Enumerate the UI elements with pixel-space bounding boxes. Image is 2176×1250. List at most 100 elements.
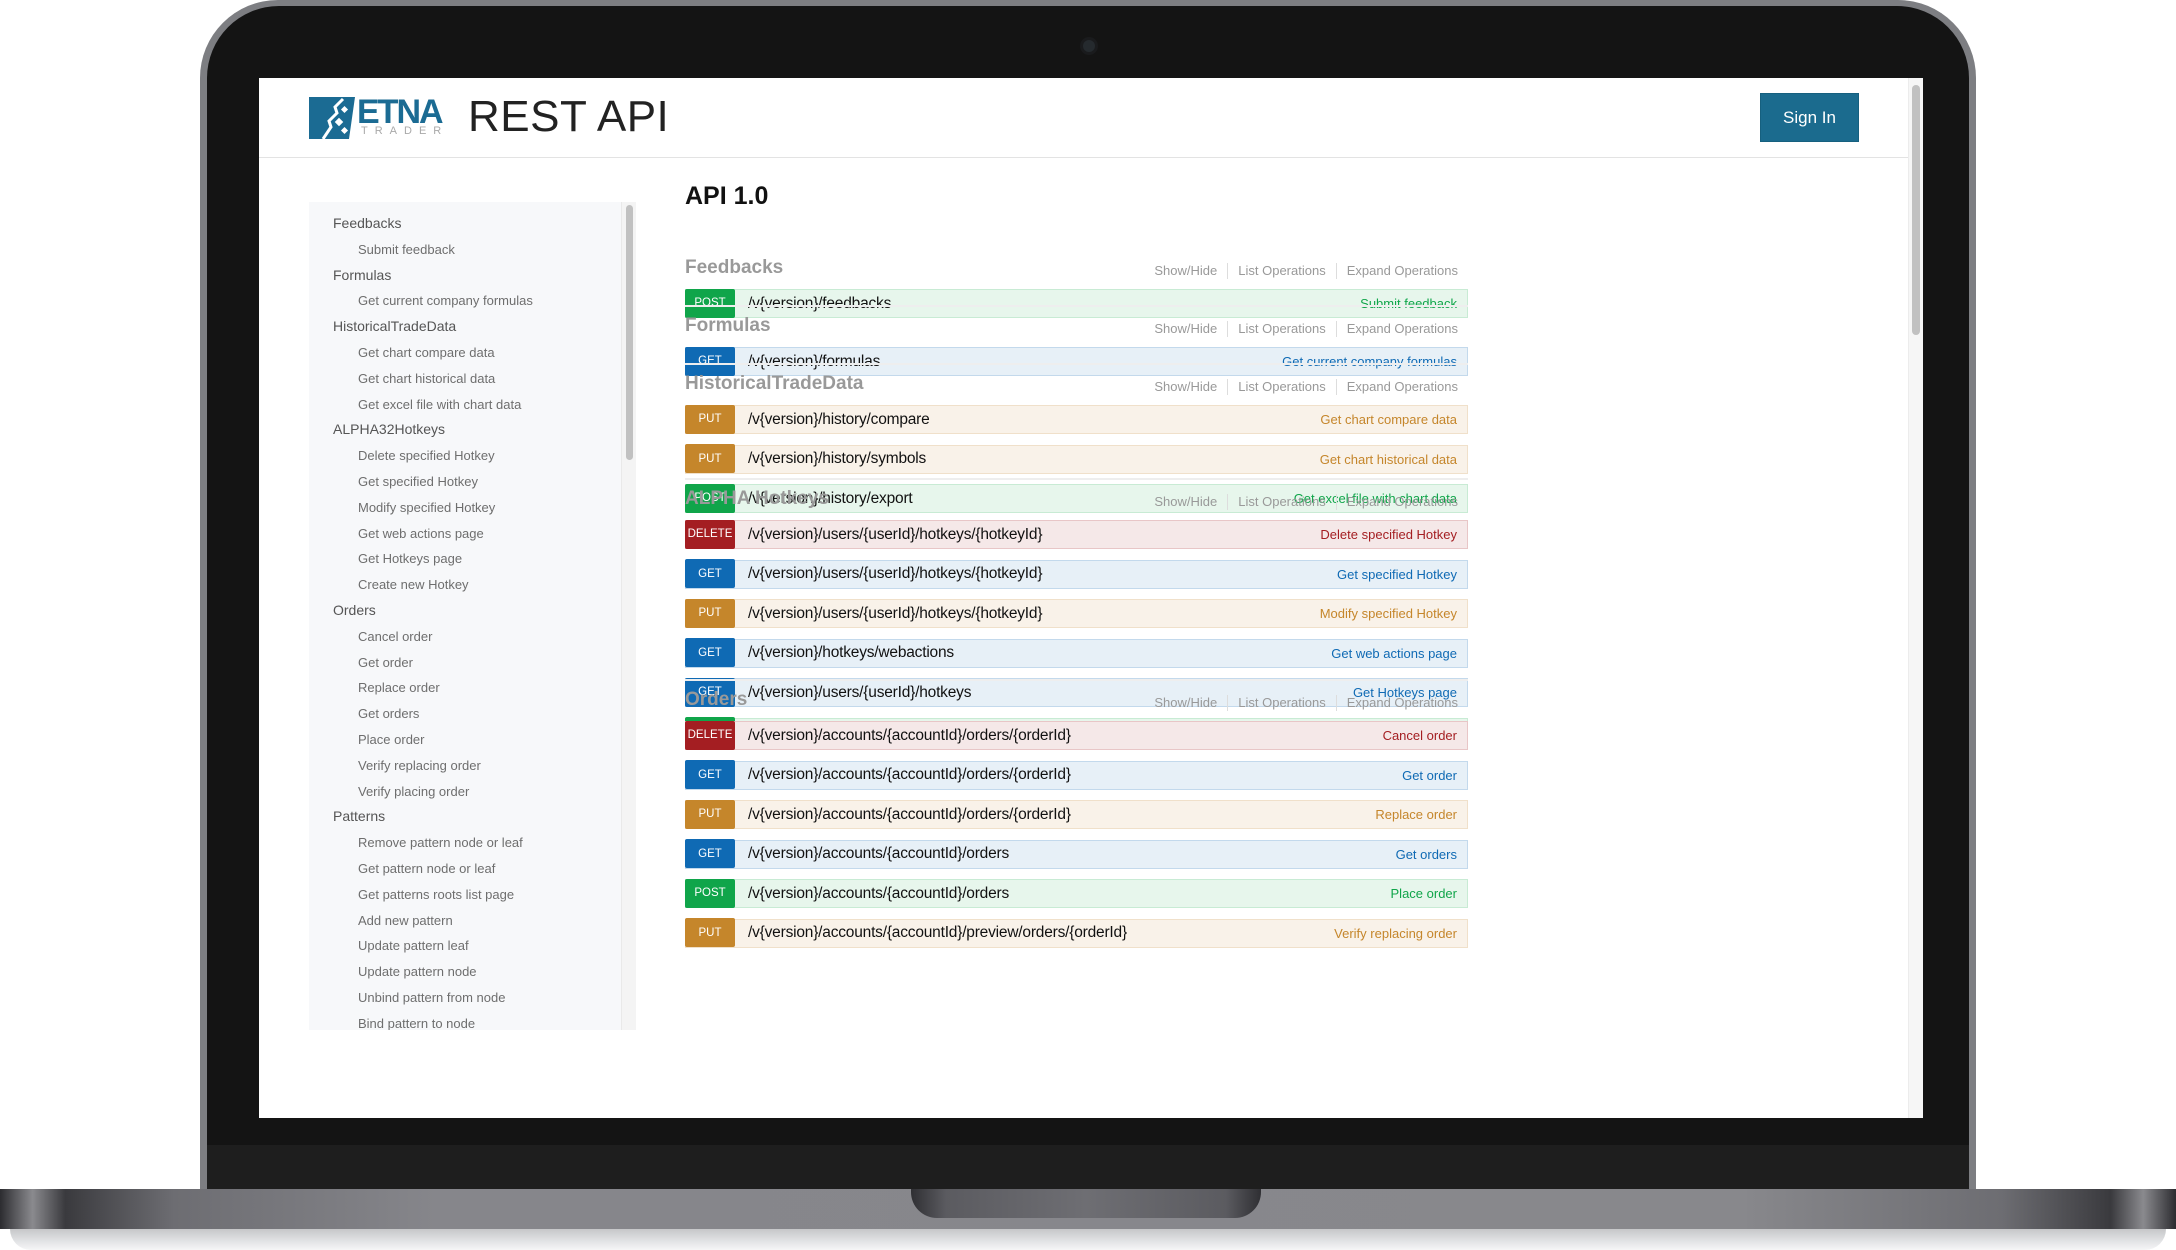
expand-operations-link[interactable]: Expand Operations (1347, 321, 1458, 337)
operation-summary[interactable]: Verify replacing order (1334, 926, 1457, 941)
sidebar-group-feedbacks[interactable]: Feedbacks (309, 211, 621, 237)
sidebar-item[interactable]: Bind pattern to node (309, 1011, 621, 1030)
operation-row[interactable]: PUT/v{version}/history/symbols Get chart … (685, 444, 1468, 474)
sidebar-item[interactable]: Get patterns roots list page (309, 882, 621, 908)
sidebar-group-formulas[interactable]: Formulas (309, 263, 621, 289)
operation-summary[interactable]: Get specified Hotkey (1337, 567, 1457, 582)
operation-summary[interactable]: Modify specified Hotkey (1320, 606, 1457, 621)
sidebar-scrollbar-thumb[interactable] (626, 205, 633, 460)
list-operations-link[interactable]: List Operations (1238, 263, 1325, 279)
operation-path[interactable]: /v{version}/users/{userId}/hotkeys/{hotk… (748, 526, 1320, 544)
method-badge-put[interactable]: PUT (685, 918, 735, 948)
operation-row[interactable]: PUT/v{version}/accounts/{accountId}/prev… (685, 918, 1468, 948)
expand-operations-link[interactable]: Expand Operations (1347, 263, 1458, 279)
operation-row[interactable]: POST/v{version}/accounts/{accountId}/ord… (685, 878, 1468, 909)
sidebar-item[interactable]: Place order (309, 727, 621, 753)
show-hide-link[interactable]: Show/Hide (1154, 695, 1217, 711)
operation-path[interactable]: /v{version}/users/{userId}/hotkeys/{hotk… (748, 565, 1337, 583)
sidebar-item[interactable]: Unbind pattern from node (309, 985, 621, 1011)
operation-row[interactable]: PUT/v{version}/users/{userId}/hotkeys/{h… (685, 598, 1468, 629)
operation-summary[interactable]: Get orders (1396, 847, 1457, 862)
section-title[interactable]: HistoricalTradeData (685, 373, 863, 395)
sidebar-item[interactable]: Verify replacing order (309, 753, 621, 779)
expand-operations-link[interactable]: Expand Operations (1347, 379, 1458, 395)
sidebar-item[interactable]: Add new pattern (309, 908, 621, 934)
sidebar-scrollbar[interactable] (621, 202, 636, 1030)
method-badge-get[interactable]: GET (685, 839, 735, 869)
list-operations-link[interactable]: List Operations (1238, 321, 1325, 337)
operation-path[interactable]: /v{version}/accounts/{accountId}/preview… (748, 924, 1334, 942)
method-badge-get[interactable]: GET (685, 760, 735, 790)
sidebar-item[interactable]: Get excel file with chart data (309, 392, 621, 418)
operation-summary[interactable]: Get chart historical data (1320, 452, 1457, 467)
operation-path[interactable]: /v{version}/accounts/{accountId}/orders/… (748, 766, 1402, 784)
sidebar-item[interactable]: Get pattern node or leaf (309, 856, 621, 882)
sidebar-item[interactable]: Get orders (309, 701, 621, 727)
operation-path[interactable]: /v{version}/accounts/{accountId}/orders (748, 845, 1396, 863)
operation-path[interactable]: /v{version}/hotkeys/webactions (748, 644, 1331, 662)
operation-summary[interactable]: Cancel order (1383, 728, 1457, 743)
sidebar-item[interactable]: Verify placing order (309, 779, 621, 805)
operation-summary[interactable]: Replace order (1375, 807, 1457, 822)
method-badge-put[interactable]: PUT (685, 598, 735, 628)
show-hide-link[interactable]: Show/Hide (1154, 379, 1217, 395)
show-hide-link[interactable]: Show/Hide (1154, 494, 1217, 510)
show-hide-link[interactable]: Show/Hide (1154, 263, 1217, 279)
operation-path[interactable]: /v{version}/users/{userId}/hotkeys/{hotk… (748, 605, 1320, 623)
sidebar-item[interactable]: Cancel order (309, 624, 621, 650)
sidebar-item[interactable]: Get web actions page (309, 521, 621, 547)
section-title[interactable]: Feedbacks (685, 257, 783, 279)
sidebar-group-alpha32hotkeys[interactable]: ALPHA32Hotkeys (309, 417, 621, 443)
method-badge-put[interactable]: PUT (685, 444, 735, 474)
sidebar-item[interactable]: Update pattern leaf (309, 933, 621, 959)
method-badge-get[interactable]: GET (685, 638, 735, 668)
operation-summary[interactable]: Delete specified Hotkey (1320, 527, 1457, 542)
operation-row[interactable]: GET/v{version}/hotkeys/webactions Get web… (685, 638, 1468, 668)
section-title[interactable]: ALPHA Hotkeys (685, 488, 829, 510)
list-operations-link[interactable]: List Operations (1238, 695, 1325, 711)
sidebar-group-historicaltradedata[interactable]: HistoricalTradeData (309, 314, 621, 340)
sign-in-button[interactable]: Sign In (1760, 93, 1859, 142)
operation-path[interactable]: /v{version}/accounts/{accountId}/orders/… (748, 806, 1375, 824)
operation-path[interactable]: /v{version}/accounts/{accountId}/orders (748, 885, 1391, 903)
list-operations-link[interactable]: List Operations (1238, 494, 1325, 510)
operation-summary[interactable]: Get order (1402, 768, 1457, 783)
etna-trader-logo[interactable]: ETNA TRADER (309, 93, 449, 139)
operation-row[interactable]: GET/v{version}/accounts/{accountId}/orde… (685, 839, 1468, 869)
method-badge-put[interactable]: PUT (685, 404, 735, 434)
operation-row[interactable]: PUT/v{version}/history/compare Get chart … (685, 404, 1468, 434)
page-scrollbar[interactable] (1908, 78, 1923, 1118)
sidebar-item[interactable]: Submit feedback (309, 237, 621, 263)
operation-row[interactable]: GET/v{version}/users/{userId}/hotkeys/{h… (685, 559, 1468, 589)
sidebar-item[interactable]: Get specified Hotkey (309, 469, 621, 495)
list-operations-link[interactable]: List Operations (1238, 379, 1325, 395)
sidebar-group-orders[interactable]: Orders (309, 598, 621, 624)
operation-path[interactable]: /v{version}/history/compare (748, 411, 1320, 429)
sidebar-group-patterns[interactable]: Patterns (309, 804, 621, 830)
sidebar-item[interactable]: Get chart historical data (309, 366, 621, 392)
operation-row[interactable]: DELETE/v{version}/users/{userId}/hotkeys… (685, 519, 1468, 549)
operation-summary[interactable]: Get chart compare data (1320, 412, 1457, 427)
sidebar-item[interactable]: Get current company formulas (309, 288, 621, 314)
page-scrollbar-thumb[interactable] (1912, 85, 1920, 335)
sidebar-item[interactable]: Update pattern node (309, 959, 621, 985)
sidebar-item[interactable]: Create new Hotkey (309, 572, 621, 598)
operation-summary[interactable]: Get web actions page (1331, 646, 1457, 661)
method-badge-post[interactable]: POST (685, 878, 735, 908)
sidebar-item[interactable]: Replace order (309, 675, 621, 701)
sidebar-item[interactable]: Delete specified Hotkey (309, 443, 621, 469)
method-badge-delete[interactable]: DELETE (685, 720, 735, 750)
section-title[interactable]: Formulas (685, 315, 771, 337)
method-badge-get[interactable]: GET (685, 559, 735, 589)
method-badge-put[interactable]: PUT (685, 799, 735, 829)
sidebar-item[interactable]: Modify specified Hotkey (309, 495, 621, 521)
method-badge-delete[interactable]: DELETE (685, 519, 735, 549)
expand-operations-link[interactable]: Expand Operations (1347, 695, 1458, 711)
operation-row[interactable]: GET/v{version}/accounts/{accountId}/orde… (685, 760, 1468, 790)
sidebar-item[interactable]: Get order (309, 650, 621, 676)
sidebar-item[interactable]: Remove pattern node or leaf (309, 830, 621, 856)
operation-path[interactable]: /v{version}/accounts/{accountId}/orders/… (748, 727, 1383, 745)
section-title[interactable]: Orders (685, 689, 747, 711)
show-hide-link[interactable]: Show/Hide (1154, 321, 1217, 337)
expand-operations-link[interactable]: Expand Operations (1347, 494, 1458, 510)
